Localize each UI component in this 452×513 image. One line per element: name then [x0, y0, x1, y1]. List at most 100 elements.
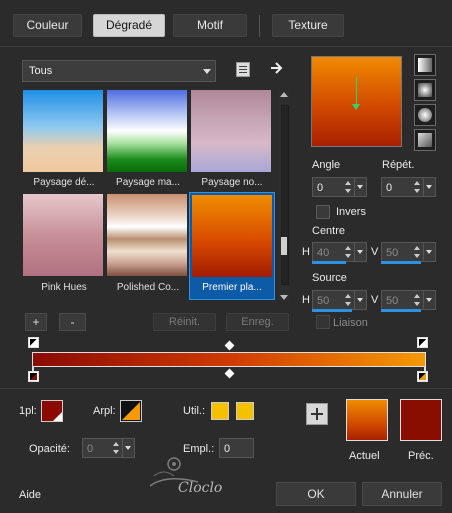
opacity-label: Opacité: [29, 443, 70, 455]
add-gradient-button[interactable]: + [25, 313, 47, 331]
gradient-bar[interactable] [32, 352, 426, 367]
dropdown-icon[interactable] [354, 243, 366, 261]
tab-motif[interactable]: Motif [173, 14, 247, 37]
spin-arrows[interactable] [344, 244, 353, 260]
dropdown-icon[interactable] [354, 178, 366, 196]
gradient-tile-3[interactable] [191, 90, 273, 174]
angle-input[interactable]: 0 [312, 177, 367, 197]
invert-label: Invers [336, 206, 366, 218]
ok-button[interactable]: OK [276, 482, 356, 506]
source-h-label: H [302, 294, 310, 306]
category-value: Tous [29, 65, 53, 77]
gradient-preview[interactable] [311, 56, 402, 147]
source-h-input[interactable]: 50 [312, 290, 367, 310]
gradient-label: Premier pla... [202, 282, 262, 293]
util-color-swatch-1[interactable] [211, 402, 229, 420]
gradient-swatch [23, 194, 103, 276]
gradient-swatch [23, 90, 103, 172]
gradient-label: Paysage no... [201, 177, 263, 188]
spin-arrows[interactable] [344, 292, 353, 308]
help-link[interactable]: Aide [19, 489, 41, 501]
sunburst-style-button[interactable] [414, 104, 436, 126]
dropdown-icon[interactable] [122, 439, 134, 457]
gradient-tile-5[interactable] [107, 194, 189, 278]
previous-gradient-swatch[interactable] [400, 399, 442, 441]
watermark-flower-icon [149, 457, 199, 487]
scroll-thumb[interactable] [281, 105, 289, 285]
divider [0, 388, 452, 389]
remove-gradient-button[interactable]: - [59, 313, 86, 331]
linear-style-button[interactable] [414, 54, 436, 76]
link-label: Liaison [333, 317, 368, 329]
gradient-label: Paysage ma... [116, 177, 180, 188]
color-stop-end[interactable] [417, 371, 428, 382]
tab-degrade[interactable]: Dégradé [93, 14, 165, 37]
scroll-down-icon[interactable] [280, 295, 288, 300]
util-color-swatch-2[interactable] [236, 402, 254, 420]
source-h-slider[interactable] [312, 309, 352, 312]
opacity-input[interactable]: 0 [82, 438, 135, 458]
color-stop-start[interactable] [28, 371, 39, 382]
stop-marker-top-left[interactable] [28, 337, 39, 348]
midpoint-bottom[interactable] [224, 368, 235, 379]
gradient-swatch [107, 90, 187, 172]
center-v-slider[interactable] [381, 261, 421, 264]
spin-arrows[interactable] [344, 179, 353, 195]
center-h-slider[interactable] [312, 261, 346, 264]
gradient-swatch [191, 90, 271, 172]
spin-arrows[interactable] [112, 440, 121, 456]
reset-button[interactable]: Réinit. [153, 313, 216, 331]
add-swatch-button[interactable] [306, 403, 328, 425]
gradient-tile-4[interactable] [23, 194, 105, 278]
radial-style-button[interactable] [414, 129, 436, 151]
category-dropdown[interactable]: Tous [22, 60, 216, 82]
source-v-input[interactable]: 50 [381, 290, 436, 310]
spin-arrows[interactable] [413, 179, 422, 195]
previous-label: Préc. [408, 450, 434, 462]
center-v-input[interactable]: 50 [381, 242, 436, 262]
library-icon[interactable] [236, 62, 250, 77]
chevron-down-icon [203, 69, 211, 74]
dropdown-icon[interactable] [423, 178, 435, 196]
rectangular-style-button[interactable] [414, 79, 436, 101]
scroll-up-icon[interactable] [280, 92, 288, 97]
angle-label: Angle [312, 159, 341, 171]
angle-line [356, 77, 357, 105]
arpl-color-swatch[interactable] [120, 400, 142, 422]
gradient-swatch [192, 195, 272, 277]
tab-couleur[interactable]: Couleur [13, 14, 82, 37]
dropdown-icon[interactable] [354, 291, 366, 309]
gradient-label: Paysage dé... [33, 177, 95, 188]
spin-arrows[interactable] [413, 244, 422, 260]
save-gradient-button[interactable]: Enreg. [226, 313, 289, 331]
link-checkbox[interactable] [316, 315, 330, 329]
angle-arrow-icon [352, 104, 360, 110]
dropdown-icon[interactable] [423, 243, 435, 261]
arrow-right-icon[interactable] [270, 61, 284, 75]
midpoint-top[interactable] [224, 340, 235, 351]
gradient-label: Polished Co... [116, 282, 180, 293]
invert-checkbox[interactable] [316, 205, 330, 219]
cancel-button[interactable]: Annuler [362, 482, 442, 506]
gradient-tile-2[interactable] [107, 90, 189, 174]
gradient-tile-1[interactable] [23, 90, 105, 174]
current-label: Actuel [349, 450, 380, 462]
spin-arrows[interactable] [413, 292, 422, 308]
repeat-label: Répét. [382, 159, 415, 171]
gradient-swatch [107, 194, 187, 276]
center-h-input[interactable]: 40 [312, 242, 367, 262]
center-h-label: H [302, 246, 310, 258]
gradient-label: Pink Hues [41, 282, 87, 293]
tab-texture[interactable]: Texture [272, 14, 344, 37]
source-v-label: V [371, 294, 379, 306]
repeat-input[interactable]: 0 [381, 177, 436, 197]
empl-input[interactable]: 0 [219, 438, 254, 458]
current-gradient-swatch [346, 399, 388, 441]
arpl-label: Arpl: [93, 405, 116, 417]
scroll-grip[interactable] [281, 237, 287, 255]
pl-color-swatch[interactable] [41, 400, 63, 422]
source-v-slider[interactable] [381, 309, 421, 312]
stop-marker-top-right[interactable] [417, 337, 428, 348]
pl-label: 1pl: [19, 405, 37, 417]
dropdown-icon[interactable] [423, 291, 435, 309]
